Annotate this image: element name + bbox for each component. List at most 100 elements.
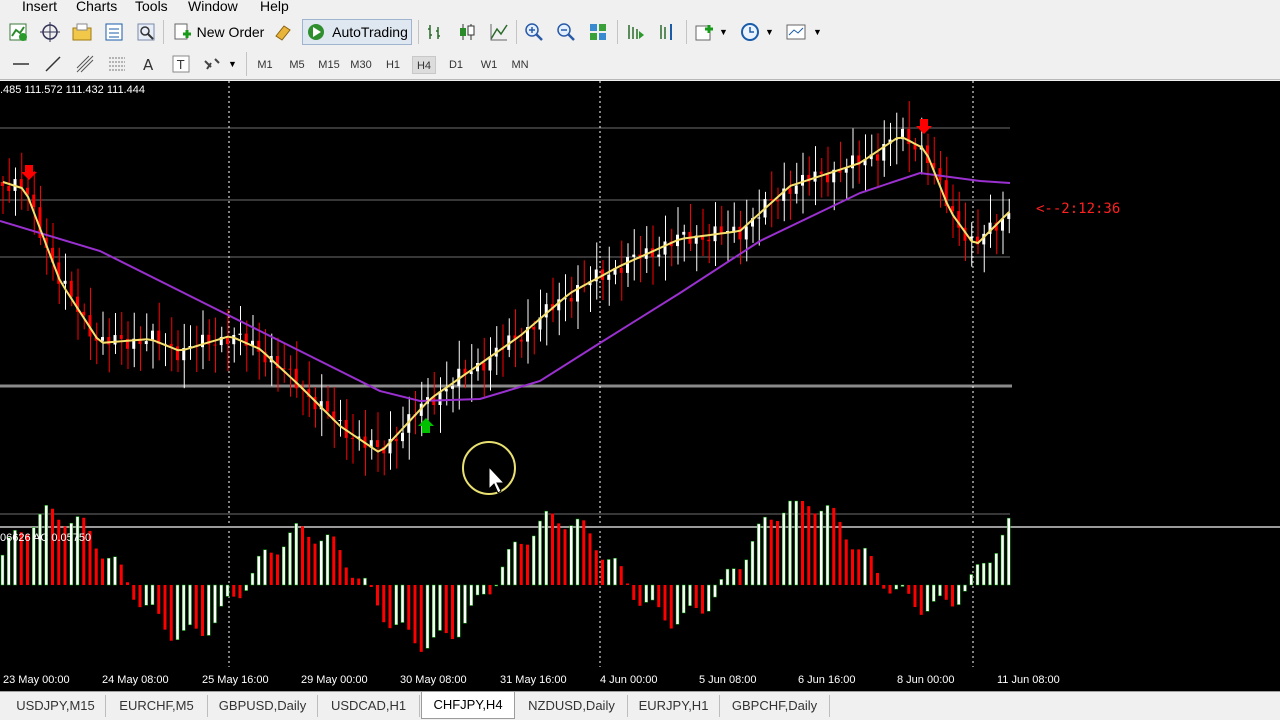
- ac-bar: [119, 564, 123, 585]
- menu-help[interactable]: Help: [260, 0, 289, 14]
- timeframe-m1[interactable]: M1: [254, 56, 276, 74]
- new-order-label: New Order: [196, 24, 265, 40]
- ac-bar: [500, 566, 505, 586]
- periods-clock-icon[interactable]: [739, 21, 761, 43]
- ac-bar: [250, 572, 255, 586]
- timeframe-m5[interactable]: M5: [286, 56, 308, 74]
- ac-bar: [432, 584, 436, 638]
- ac-bar: [532, 535, 536, 586]
- metaeditor-icon[interactable]: [272, 21, 294, 43]
- tab-gbpusd-daily[interactable]: GBPUSD,Daily: [208, 695, 318, 717]
- horizontal-line-icon[interactable]: [10, 53, 32, 75]
- autotrading-button[interactable]: AutoTrading: [302, 19, 412, 45]
- ac-bar: [982, 562, 986, 586]
- text-label-icon[interactable]: T: [170, 53, 192, 75]
- timeframe-h4[interactable]: H4: [412, 56, 436, 74]
- tab-chfjpy-h4[interactable]: CHFJPY,H4: [421, 692, 515, 719]
- new-chart-icon[interactable]: [7, 21, 29, 43]
- candle-body: [451, 386, 454, 389]
- new-order-button[interactable]: New Order: [170, 19, 266, 45]
- ac-bar: [201, 585, 204, 636]
- tab-usdcad-h1[interactable]: USDCAD,H1: [318, 695, 420, 717]
- profiles-icon[interactable]: [71, 21, 93, 43]
- ac-bar: [900, 584, 905, 587]
- timeframe-m30[interactable]: M30: [347, 56, 375, 74]
- ac-bar: [844, 539, 848, 585]
- ac-bar: [519, 543, 523, 585]
- candle-body: [682, 231, 686, 235]
- timeframe-mn[interactable]: MN: [508, 56, 532, 74]
- ac-bar: [669, 585, 673, 629]
- ac-bar: [307, 536, 311, 585]
- menu-bar: Insert Charts Tools Window Help: [0, 0, 1280, 16]
- ac-bar: [282, 546, 286, 586]
- ac-bar: [150, 584, 155, 605]
- ac-bar: [163, 585, 167, 630]
- ac-bar: [601, 559, 604, 585]
- menu-window[interactable]: Window: [188, 0, 238, 14]
- chart-window[interactable]: 23 May 00:00 24 May 08:00 25 May 16:00 29 M…: [0, 81, 1280, 691]
- buy-arrow-icon: [418, 418, 434, 433]
- tab-eurjpy-h1[interactable]: EURJPY,H1: [628, 695, 720, 717]
- timeframe-d1[interactable]: D1: [446, 56, 466, 74]
- ac-bar: [907, 585, 911, 594]
- candle-body: [63, 280, 67, 284]
- tab-nzdusd-daily[interactable]: NZDUSD,Daily: [516, 695, 628, 717]
- strategy-tester-icon[interactable]: [135, 21, 157, 43]
- indicators-icon[interactable]: [693, 21, 715, 43]
- ac-bar: [713, 584, 717, 598]
- toolbar-separator: [686, 20, 687, 44]
- arrows-icon[interactable]: [201, 53, 223, 75]
- ac-bar: [719, 579, 723, 586]
- ac-bar: [832, 507, 836, 585]
- menu-insert[interactable]: Insert: [22, 0, 57, 14]
- fibonacci-icon[interactable]: [106, 53, 128, 75]
- market-watch-icon[interactable]: [103, 21, 125, 43]
- ac-bar: [594, 550, 598, 585]
- templates-icon[interactable]: [785, 21, 807, 43]
- toolbar-separator: [617, 20, 618, 44]
- chevron-down-icon[interactable]: ▼: [719, 27, 728, 37]
- timeframe-h1[interactable]: H1: [383, 56, 403, 74]
- chevron-down-icon[interactable]: ▼: [813, 27, 822, 37]
- ac-bar: [207, 584, 211, 636]
- chevron-down-icon[interactable]: ▼: [765, 27, 774, 37]
- chevron-down-icon[interactable]: ▼: [228, 59, 237, 69]
- bar-chart-icon[interactable]: [424, 21, 446, 43]
- candle-body: [101, 337, 104, 341]
- auto-scroll-icon[interactable]: [624, 21, 646, 43]
- ac-bar: [438, 584, 442, 631]
- timeframe-m15[interactable]: M15: [316, 56, 342, 74]
- ac-bar: [494, 584, 498, 587]
- ac-bar: [7, 537, 11, 586]
- ac-bar: [650, 584, 655, 601]
- crosshair-target-icon[interactable]: [39, 21, 61, 43]
- zoom-out-icon[interactable]: [555, 21, 577, 43]
- candle-body: [376, 440, 379, 447]
- tile-windows-icon[interactable]: [587, 21, 609, 43]
- ac-bar: [144, 584, 148, 606]
- candlestick-icon[interactable]: [456, 21, 478, 43]
- price-chart[interactable]: 23 May 00:00 24 May 08:00 25 May 16:00 29 M…: [0, 81, 1280, 691]
- ac-bar: [1007, 517, 1011, 586]
- ac-bar: [732, 568, 736, 586]
- tab-gbpchf-daily[interactable]: GBPCHF,Daily: [720, 695, 830, 717]
- ac-bar: [463, 584, 467, 624]
- menu-tools[interactable]: Tools: [135, 0, 168, 14]
- timeframe-w1[interactable]: W1: [478, 56, 500, 74]
- ac-bar: [807, 506, 811, 585]
- tab-eurchf-m5[interactable]: EURCHF,M5: [106, 695, 208, 717]
- ac-bar: [769, 519, 773, 585]
- ac-bar: [682, 584, 686, 614]
- zoom-in-icon[interactable]: [523, 21, 545, 43]
- chart-shift-icon[interactable]: [656, 21, 678, 43]
- channel-icon[interactable]: [74, 53, 96, 75]
- trendline-icon[interactable]: [42, 53, 64, 75]
- ac-bar: [382, 585, 386, 623]
- menu-charts[interactable]: Charts: [76, 0, 117, 14]
- ac-bar: [188, 584, 192, 626]
- tab-usdjpy-m15[interactable]: USDJPY,M15: [6, 695, 106, 717]
- ac-bar: [813, 513, 817, 585]
- text-tool-icon[interactable]: A: [138, 53, 160, 75]
- line-chart-icon[interactable]: [488, 21, 510, 43]
